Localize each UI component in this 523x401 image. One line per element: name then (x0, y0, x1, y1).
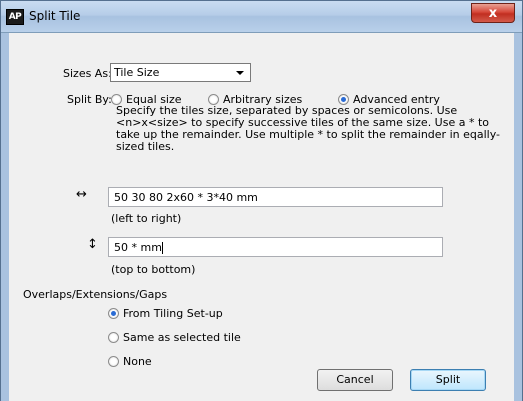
radio-none[interactable] (108, 356, 119, 367)
up-down-arrow-icon: ↕ (87, 237, 98, 252)
split-by-label: Split By: (67, 93, 112, 106)
close-button[interactable]: x (471, 3, 515, 23)
window-frame-left (1, 33, 9, 401)
app-icon: AP (6, 9, 24, 25)
horizontal-sizes-input[interactable]: 50 30 80 2x60 * 3*40 mm (108, 187, 443, 207)
advanced-entry-help-text: Specify the tiles size, separated by spa… (116, 104, 500, 153)
cancel-button[interactable]: Cancel (317, 369, 393, 391)
sizes-as-label: Sizes As: (63, 67, 112, 80)
sizes-as-value: Tile Size (114, 66, 160, 79)
horizontal-direction-hint: (left to right) (111, 212, 182, 225)
radio-same-as-selected-tile[interactable] (108, 332, 119, 343)
dialog-body (9, 33, 514, 401)
vertical-sizes-text: 50 * mm (114, 241, 162, 254)
split-tile-dialog: AP Split Tile x Sizes As: Tile Size Spli… (0, 0, 523, 401)
horizontal-sizes-value: 50 30 80 2x60 * 3*40 mm (114, 191, 258, 204)
radio-none-label[interactable]: None (123, 355, 152, 368)
vertical-direction-hint: (top to bottom) (111, 263, 196, 276)
split-button[interactable]: Split (410, 369, 486, 391)
title-bar[interactable]: AP Split Tile x (1, 1, 522, 33)
window-title: Split Tile (29, 9, 81, 23)
close-icon: x (488, 6, 498, 21)
chevron-down-icon (236, 71, 244, 75)
radio-from-tiling-setup[interactable] (108, 308, 119, 319)
left-right-arrow-icon: ↔ (76, 187, 87, 202)
text-cursor (161, 242, 163, 254)
window-frame-right (514, 33, 522, 401)
sizes-as-dropdown[interactable]: Tile Size (110, 63, 251, 82)
radio-same-as-selected-tile-label[interactable]: Same as selected tile (123, 331, 241, 344)
radio-from-tiling-setup-label[interactable]: From Tiling Set-up (123, 307, 223, 320)
overlaps-label: Overlaps/Extensions/Gaps (23, 288, 168, 301)
vertical-sizes-value: 50 * mm (114, 241, 163, 254)
vertical-sizes-input[interactable]: 50 * mm (108, 237, 443, 257)
